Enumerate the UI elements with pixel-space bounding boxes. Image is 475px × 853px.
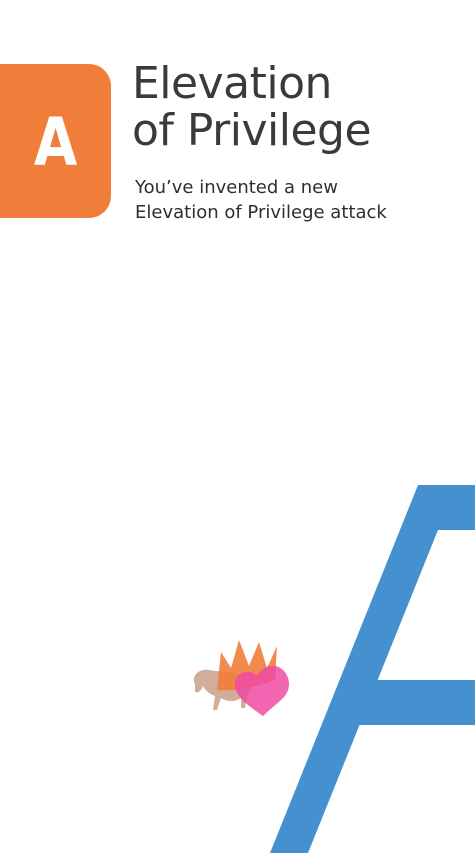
card-description-line-2: Elevation of Privilege attack bbox=[135, 202, 387, 223]
card-title-line-2: of Privilege bbox=[132, 105, 372, 156]
card-rank-letter: A bbox=[33, 104, 78, 181]
card-description-line-1: You’ve invented a new bbox=[135, 177, 338, 198]
card-description: You’ve invented a new Elevation of Privi… bbox=[135, 175, 387, 225]
card-rank-badge: A bbox=[0, 64, 111, 218]
card-title-line-1: Elevation bbox=[132, 58, 332, 109]
large-card-letter-a-icon bbox=[270, 485, 475, 853]
card-title: Elevation of Privilege bbox=[132, 58, 372, 156]
